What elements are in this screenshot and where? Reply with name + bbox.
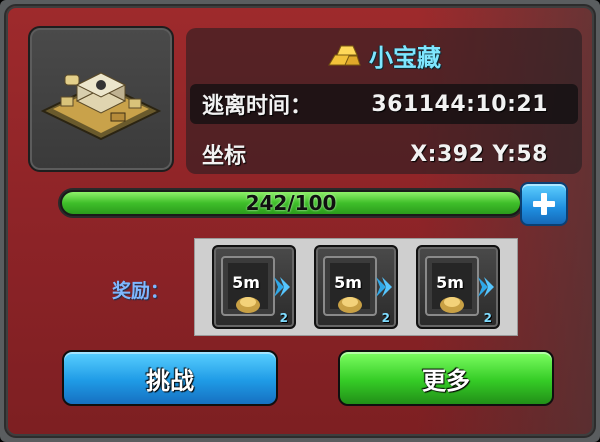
info-box: 小宝藏 逃离时间： 361144:10:21 坐标 X:392 Y:58 xyxy=(186,28,582,174)
plus-icon xyxy=(533,193,555,215)
reward-item-count: 2 xyxy=(381,311,390,325)
reward-item-label: 5m xyxy=(334,273,362,292)
reward-item-label: 5m xyxy=(436,273,464,292)
progress-text: 242/100 xyxy=(245,191,337,215)
add-button[interactable] xyxy=(520,182,568,226)
treasure-panel: 小宝藏 逃离时间： 361144:10:21 坐标 X:392 Y:58 242… xyxy=(4,4,596,438)
escape-time-row: 逃离时间： 361144:10:21 xyxy=(190,84,578,124)
escape-time-label: 逃离时间： xyxy=(202,94,313,119)
more-button[interactable]: 更多 xyxy=(338,350,554,406)
reward-item-count: 2 xyxy=(279,311,288,325)
building-thumbnail xyxy=(28,26,174,172)
challenge-button[interactable]: 挑战 xyxy=(62,350,278,406)
reward-item-count: 2 xyxy=(483,311,492,325)
coordinates-label: 坐标 xyxy=(202,144,247,169)
reward-label: 奖励： xyxy=(112,280,170,302)
treasure-building-icon xyxy=(41,72,161,141)
coordinates-value: X:392 Y:58 xyxy=(410,141,548,167)
reward-item-label: 5m xyxy=(232,273,260,292)
progress-bar: 242/100 xyxy=(58,188,524,218)
page-title: 小宝藏 xyxy=(369,43,441,72)
reward-list: 5m 2 5m 2 5m 2 xyxy=(194,238,518,336)
reward-item[interactable]: 5m 2 xyxy=(212,245,296,329)
reward-item[interactable]: 5m 2 xyxy=(314,245,398,329)
reward-item[interactable]: 5m 2 xyxy=(416,245,500,329)
title-row: 小宝藏 xyxy=(186,34,582,76)
dialog-frame: 小宝藏 逃离时间： 361144:10:21 坐标 X:392 Y:58 242… xyxy=(0,0,600,442)
escape-time-value: 361144:10:21 xyxy=(371,91,548,117)
gold-bars-icon xyxy=(328,45,361,66)
coordinates-row: 坐标 X:392 Y:58 xyxy=(190,134,578,174)
